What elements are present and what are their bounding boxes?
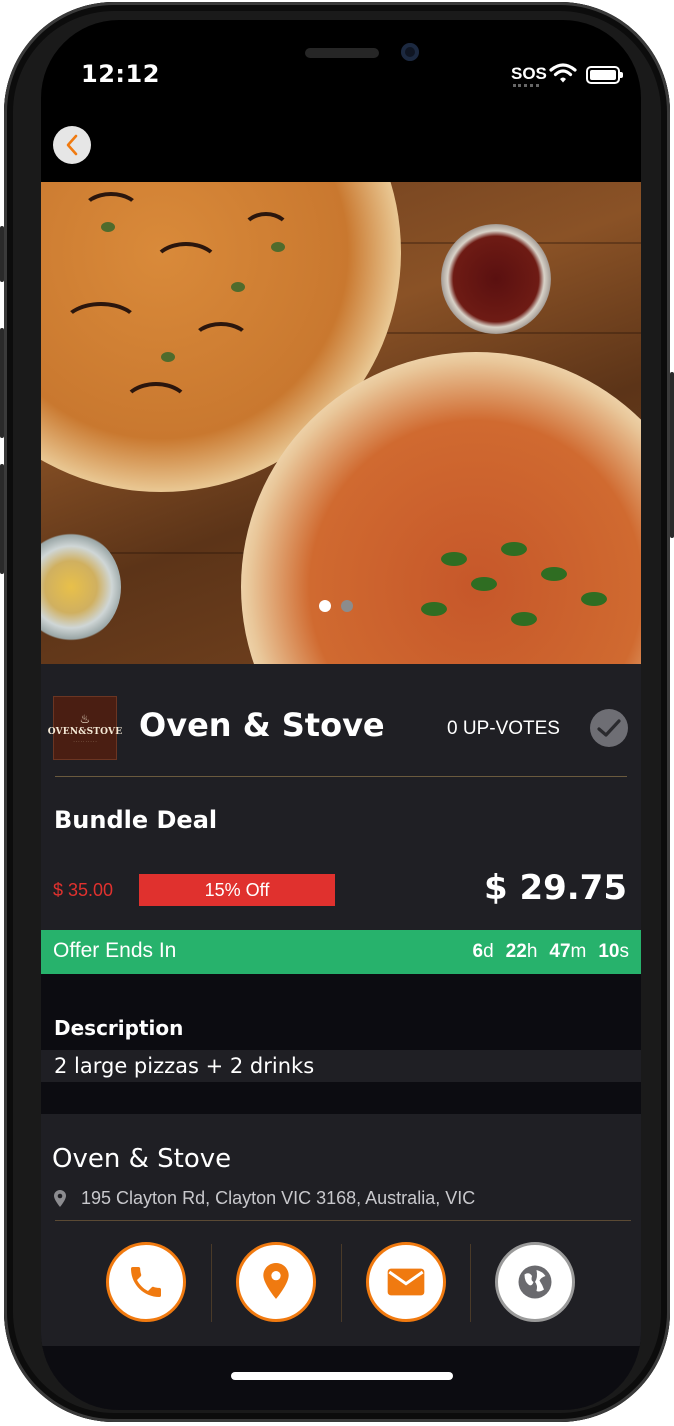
description-title: Description <box>54 1016 184 1040</box>
drink-glass-image <box>41 532 121 642</box>
store-name: Oven & Stove <box>139 706 385 744</box>
countdown-days-unit: d <box>483 941 494 962</box>
countdown-timer: 6d 22h 47m 10s <box>473 941 629 963</box>
home-indicator[interactable] <box>231 1372 453 1380</box>
status-time: 12:12 <box>81 60 160 88</box>
deal-price: $ 29.75 <box>483 868 627 908</box>
deal-image-carousel[interactable] <box>41 182 641 664</box>
arugula-topping <box>541 567 567 581</box>
battery-icon <box>586 66 623 84</box>
email-button[interactable] <box>366 1242 446 1322</box>
wifi-icon <box>549 63 577 83</box>
countdown-days: 6 <box>472 941 484 962</box>
website-button[interactable] <box>495 1242 575 1322</box>
arugula-topping <box>511 612 537 626</box>
carousel-dot[interactable] <box>319 600 331 612</box>
description-section: Description 2 large pizzas + 2 drinks <box>41 974 641 1114</box>
flame-icon: ♨ <box>79 711 91 726</box>
store-info-section: Oven & Stove 195 Clayton Rd, Clayton VIC… <box>41 1114 641 1346</box>
earpiece-speaker <box>305 48 379 58</box>
store-logo-tagline: · · · · · · · · · · <box>73 738 97 744</box>
store-location-name: Oven & Stove <box>52 1144 232 1174</box>
action-separator <box>211 1244 212 1322</box>
herb-topping <box>231 282 245 292</box>
countdown-minutes: 47 <box>549 941 571 962</box>
herb-topping <box>101 222 115 232</box>
offer-countdown-bar: Offer Ends In 6d 22h 47m 10s <box>41 930 641 974</box>
countdown-seconds-unit: s <box>619 941 630 962</box>
herb-topping <box>271 242 285 252</box>
carousel-dot[interactable] <box>341 600 353 612</box>
arugula-topping <box>471 577 497 591</box>
upvote-button[interactable] <box>590 709 628 747</box>
front-camera <box>401 43 419 61</box>
checkmark-icon <box>597 719 621 737</box>
original-price: $ 35.00 <box>53 880 114 900</box>
location-pin-icon <box>54 1190 66 1207</box>
store-address: 195 Clayton Rd, Clayton VIC 3168, Austra… <box>81 1188 476 1208</box>
divider <box>55 776 627 777</box>
action-separator <box>470 1244 471 1322</box>
countdown-hours: 22 <box>505 941 527 962</box>
carousel-dots[interactable] <box>319 600 353 612</box>
phone-frame: 12:12 SOS ♨ OVEN&STOVE · · · · · · · · ·… <box>0 2 674 1422</box>
screen: 12:12 SOS ♨ OVEN&STOVE · · · · · · · · ·… <box>41 20 641 1410</box>
countdown-minutes-unit: m <box>570 941 587 962</box>
mute-switch <box>0 226 4 282</box>
herb-topping <box>161 352 175 362</box>
chevron-left-icon <box>66 134 78 156</box>
divider <box>55 1220 631 1221</box>
contact-actions <box>41 1242 641 1324</box>
phone-icon <box>131 1267 161 1297</box>
power-button <box>670 372 674 538</box>
store-logo: ♨ OVEN&STOVE · · · · · · · · · · <box>48 696 122 760</box>
arugula-topping <box>501 542 527 556</box>
map-pin-icon <box>263 1263 289 1299</box>
onion-topping <box>61 302 141 352</box>
upvotes-count: 0 UP-VOTES <box>447 718 560 739</box>
onion-topping <box>191 322 251 362</box>
arugula-topping <box>421 602 447 616</box>
volume-down-button <box>0 464 4 574</box>
mail-icon <box>387 1268 425 1296</box>
offer-label: Offer Ends In <box>53 939 177 962</box>
description-text: 2 large pizzas + 2 drinks <box>54 1054 315 1078</box>
arugula-topping <box>581 592 607 606</box>
deal-details-panel: ♨ OVEN&STOVE · · · · · · · · · · Oven & … <box>41 664 641 1410</box>
back-button[interactable] <box>53 126 91 164</box>
globe-icon <box>518 1265 552 1299</box>
arugula-topping <box>441 552 467 566</box>
signal-dots <box>513 84 539 87</box>
onion-topping <box>121 382 191 432</box>
sos-indicator: SOS <box>511 64 547 83</box>
store-logo-text: OVEN&STOVE <box>47 726 123 737</box>
volume-up-button <box>0 328 4 438</box>
call-button[interactable] <box>106 1242 186 1322</box>
deal-title: Bundle Deal <box>54 806 218 834</box>
description-row: 2 large pizzas + 2 drinks <box>41 1050 641 1082</box>
action-separator <box>341 1244 342 1322</box>
directions-button[interactable] <box>236 1242 316 1322</box>
discount-badge: 15% Off <box>139 874 335 906</box>
onion-topping <box>151 242 221 292</box>
countdown-hours-unit: h <box>526 941 538 962</box>
sauce-bowl-image <box>441 224 551 334</box>
countdown-seconds: 10 <box>598 941 620 962</box>
